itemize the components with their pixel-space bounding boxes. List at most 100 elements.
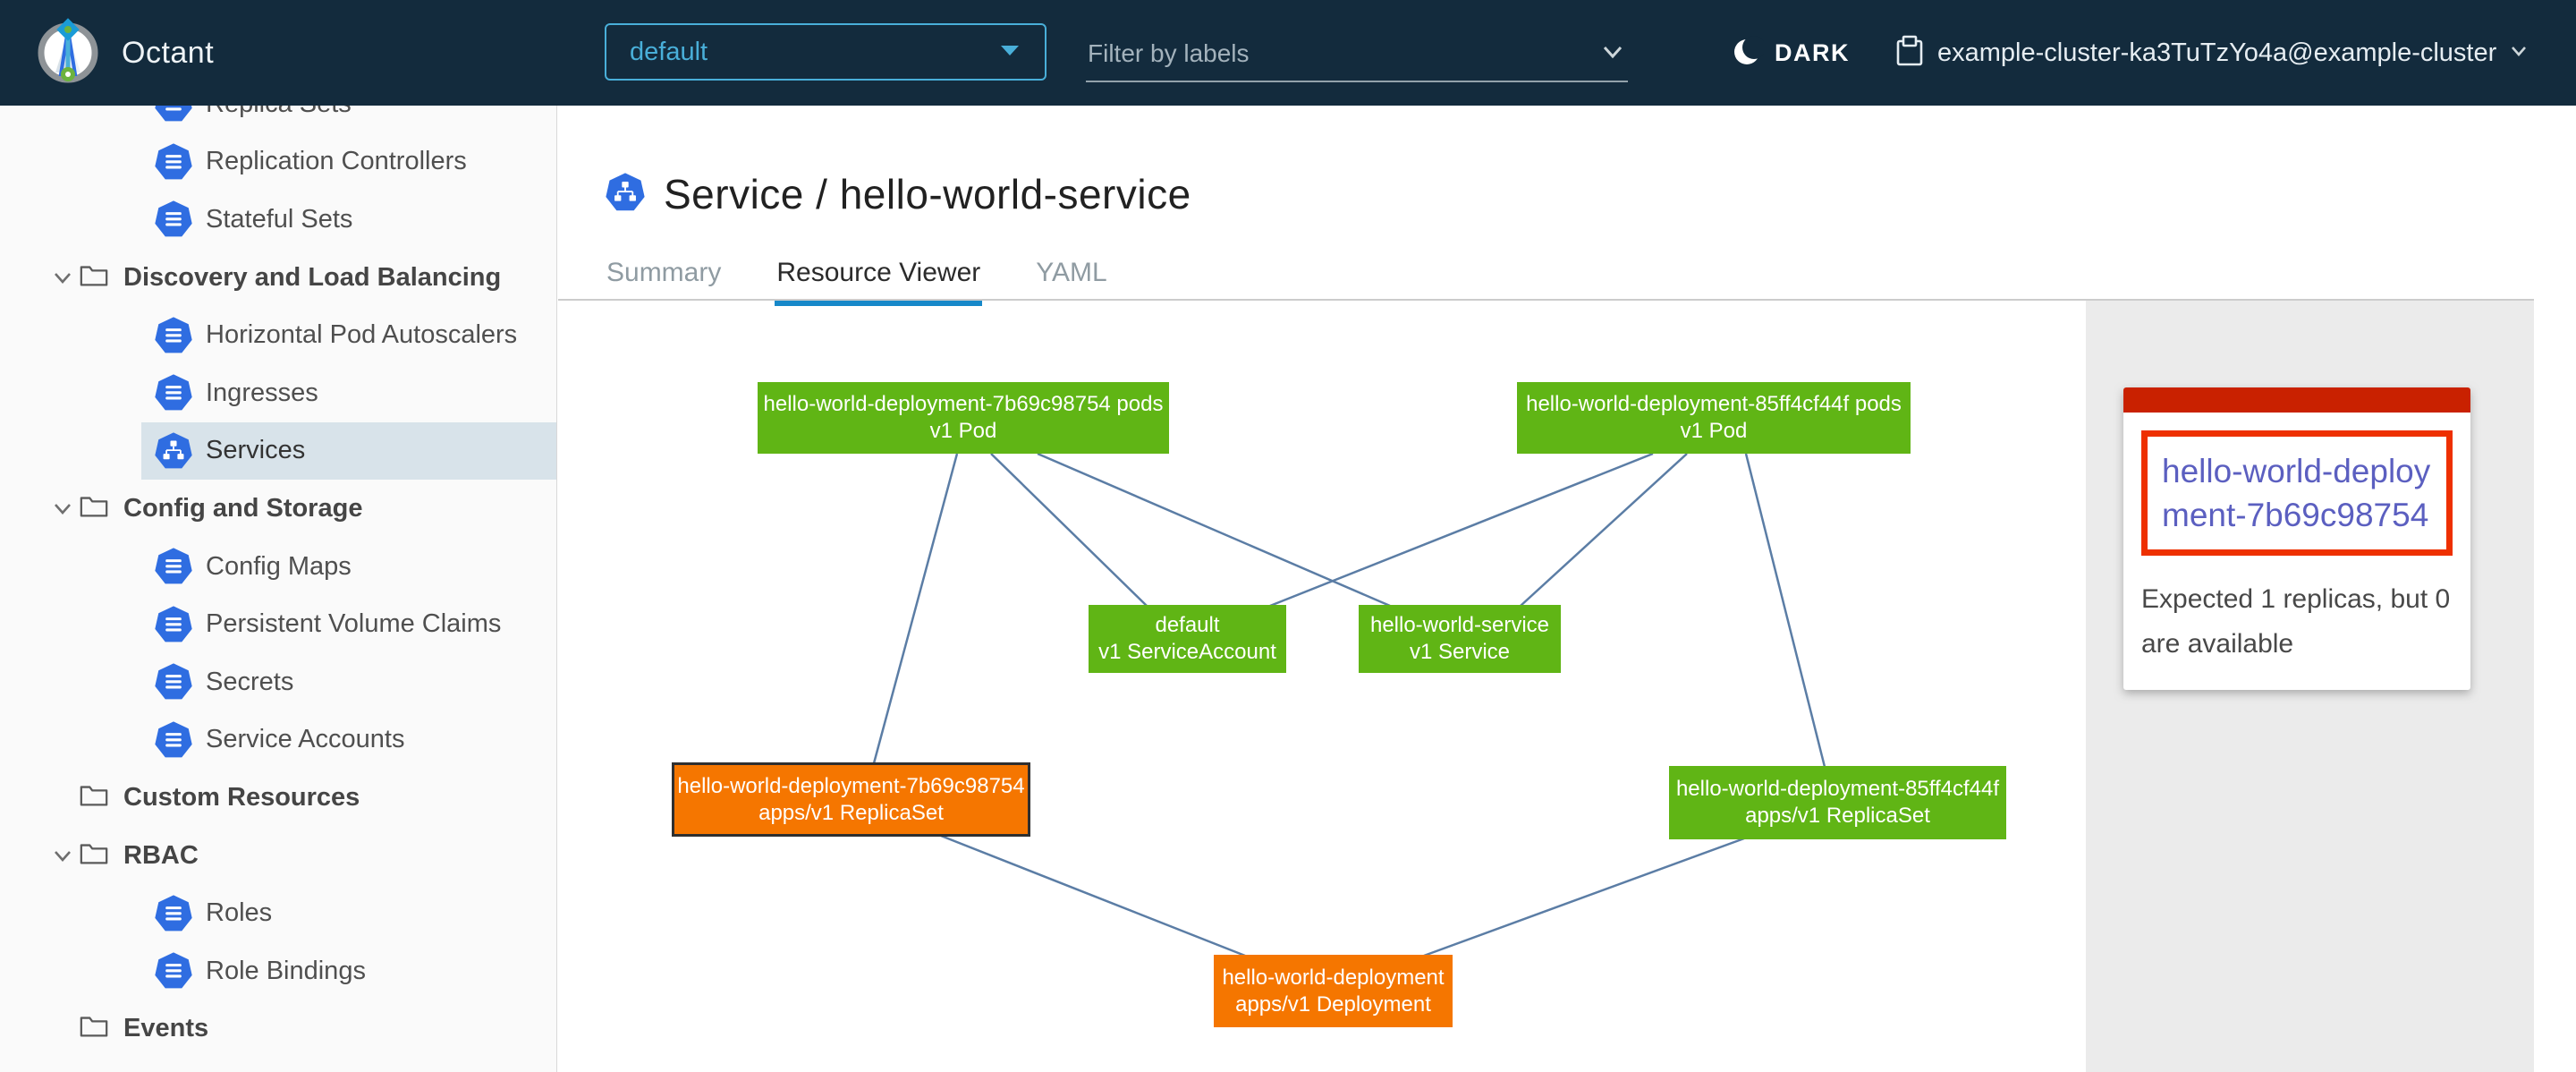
sidebar-item-stateful-sets[interactable]: Stateful Sets: [141, 191, 556, 249]
secret-icon: [154, 662, 193, 702]
sidebar-item-events[interactable]: Events: [0, 1000, 556, 1059]
hpa-icon: [154, 316, 193, 355]
graph-node-replicaset-7b69c98754[interactable]: hello-world-deployment-7b69c98754apps/v1…: [672, 762, 1030, 837]
sidebar-item-services[interactable]: Services: [141, 422, 556, 481]
graph-node-serviceaccount-default[interactable]: defaultv1 ServiceAccount: [1089, 605, 1286, 673]
statefulset-icon: [154, 200, 193, 239]
sidebar-item-replication-controllers[interactable]: Replication Controllers: [141, 133, 556, 191]
sidebar-item-ingresses[interactable]: Ingresses: [141, 364, 556, 422]
brand: Octant: [34, 0, 214, 106]
sidebar-item-config-maps[interactable]: Config Maps: [141, 538, 556, 596]
graph-node-deployment-hello-world[interactable]: hello-world-deploymentapps/v1 Deployment: [1214, 955, 1453, 1027]
folder-icon: [79, 838, 109, 873]
graph-edge-6: [941, 836, 1245, 956]
folder-icon: [79, 1011, 109, 1046]
replicaset-link[interactable]: hello-world-deployment-7b69c98754: [2162, 449, 2432, 537]
chevron-down-icon[interactable]: [1597, 40, 1628, 68]
cluster-selector[interactable]: example-cluster-ka3TuTzYo4a@example-clus…: [1894, 30, 2529, 75]
node-kind: v1 ServiceAccount: [1098, 639, 1276, 666]
sidebar-item-discovery-and-load-balancing[interactable]: Discovery and Load Balancing: [0, 249, 556, 307]
sidebar-item-label: Replica Sets: [206, 106, 352, 119]
sidebar-item-label: Ingresses: [206, 379, 318, 408]
sidebar-item-label: Service Accounts: [206, 725, 404, 754]
sidebar-section-label: Events: [123, 1014, 208, 1043]
node-kind: apps/v1 ReplicaSet: [1745, 803, 1930, 830]
graph-edge-0: [874, 454, 957, 763]
service-icon: [605, 172, 646, 213]
sidebar-item-service-accounts[interactable]: Service Accounts: [141, 711, 556, 770]
graph-edge-4: [1521, 454, 1687, 606]
sidebar-item-label: Config Maps: [206, 552, 352, 582]
graph-edge-5: [1746, 454, 1825, 767]
sidebar-section-label: RBAC: [123, 841, 199, 871]
node-name: hello-world-deployment-7b69c98754 pods: [764, 391, 1164, 418]
sidebar-item-label: Role Bindings: [206, 957, 366, 986]
sidebar-item-secrets[interactable]: Secrets: [141, 653, 556, 711]
dark-theme-toggle[interactable]: DARK: [1724, 30, 1855, 75]
node-name: default: [1155, 612, 1219, 639]
node-name: hello-world-deployment-85ff4cf44f: [1676, 776, 1999, 803]
folder-icon: [79, 780, 109, 815]
sidebar-item-roles[interactable]: Roles: [141, 884, 556, 942]
graph-node-replicaset-85ff4cf44f[interactable]: hello-world-deployment-85ff4cf44fapps/v1…: [1669, 766, 2006, 839]
label-filter: [1086, 27, 1628, 82]
sidebar-item-label: Stateful Sets: [206, 205, 352, 234]
node-kind: apps/v1 Deployment: [1235, 991, 1431, 1018]
namespace-select[interactable]: default: [605, 23, 1046, 81]
sidebar-item-replica-sets[interactable]: Replica Sets: [141, 106, 556, 133]
configmap-icon: [154, 547, 193, 586]
chevron-down-icon[interactable]: [47, 263, 79, 292]
service-icon: [605, 172, 646, 217]
replica-warning-message: Expected 1 replicas, but 0 are available: [2141, 577, 2453, 667]
replicaset-icon: [154, 106, 193, 123]
chevron-down-icon[interactable]: [47, 841, 79, 870]
sidebar-item-persistent-volume-claims[interactable]: Persistent Volume Claims: [141, 595, 556, 653]
chevron-down-icon[interactable]: [47, 494, 79, 523]
sidebar-item-role-bindings[interactable]: Role Bindings: [141, 942, 556, 1000]
sidebar-item-horizontal-pod-autoscalers[interactable]: Horizontal Pod Autoscalers: [141, 306, 556, 364]
detail-panel: hello-world-deployment-7b69c98754 Expect…: [2086, 301, 2534, 1072]
node-name: hello-world-deployment: [1222, 965, 1444, 991]
graph-node-pods-7b69c98754[interactable]: hello-world-deployment-7b69c98754 podsv1…: [758, 382, 1169, 454]
detail-card: hello-world-deployment-7b69c98754 Expect…: [2123, 387, 2470, 690]
status-bar-red: [2123, 387, 2470, 413]
graph-edge-2: [1038, 454, 1390, 606]
cluster-name: example-cluster-ka3TuTzYo4a@example-clus…: [1937, 38, 2496, 68]
tab-summary[interactable]: Summary: [605, 252, 723, 306]
sidebar-section-label: Custom Resources: [123, 783, 360, 813]
card-body: hello-world-deployment-7b69c98754 Expect…: [2123, 413, 2470, 690]
graph-edge-1: [991, 454, 1147, 606]
app-title: Octant: [122, 36, 214, 71]
cluster-chevron-down-icon: [2509, 44, 2529, 63]
alert-box: hello-world-deployment-7b69c98754: [2141, 430, 2453, 556]
tab-yaml[interactable]: YAML: [1034, 252, 1108, 306]
sidebar-item-label: Roles: [206, 898, 272, 928]
folder-icon: [79, 491, 109, 526]
pvc-icon: [154, 605, 193, 644]
cluster-icon: [1894, 34, 1925, 72]
sidebar-section-label: Discovery and Load Balancing: [123, 263, 501, 293]
octant-logo-icon: [34, 17, 102, 89]
replicationcontroller-icon: [154, 142, 193, 182]
app-header: Octant default DARK example-: [0, 0, 2576, 106]
sidebar-item-custom-resources[interactable]: Custom Resources: [0, 769, 556, 827]
serviceaccount-icon: [154, 720, 193, 760]
graph-node-pods-85ff4cf44f[interactable]: hello-world-deployment-85ff4cf44f podsv1…: [1517, 382, 1911, 454]
sidebar-item-label: Replication Controllers: [206, 147, 467, 176]
sidebar-item-config-and-storage[interactable]: Config and Storage: [0, 480, 556, 538]
label-filter-input[interactable]: [1086, 38, 1597, 69]
moon-icon: [1730, 35, 1764, 72]
tab-resource-viewer[interactable]: Resource Viewer: [775, 252, 982, 306]
sidebar-item-rbac[interactable]: RBAC: [0, 827, 556, 885]
dark-label: DARK: [1775, 39, 1850, 67]
node-kind: v1 Pod: [1681, 418, 1748, 445]
rolebinding-icon: [154, 951, 193, 991]
page-title: Service / hello-world-service: [664, 170, 1191, 218]
node-kind: apps/v1 ReplicaSet: [758, 800, 944, 827]
node-name: hello-world-deployment-7b69c98754: [677, 773, 1024, 800]
sidebar-item-label: Services: [206, 436, 305, 465]
folder-icon: [79, 260, 109, 295]
graph-edge-7: [1424, 838, 1744, 956]
namespace-value: default: [630, 38, 708, 67]
graph-node-service-hello-world[interactable]: hello-world-servicev1 Service: [1359, 605, 1561, 673]
